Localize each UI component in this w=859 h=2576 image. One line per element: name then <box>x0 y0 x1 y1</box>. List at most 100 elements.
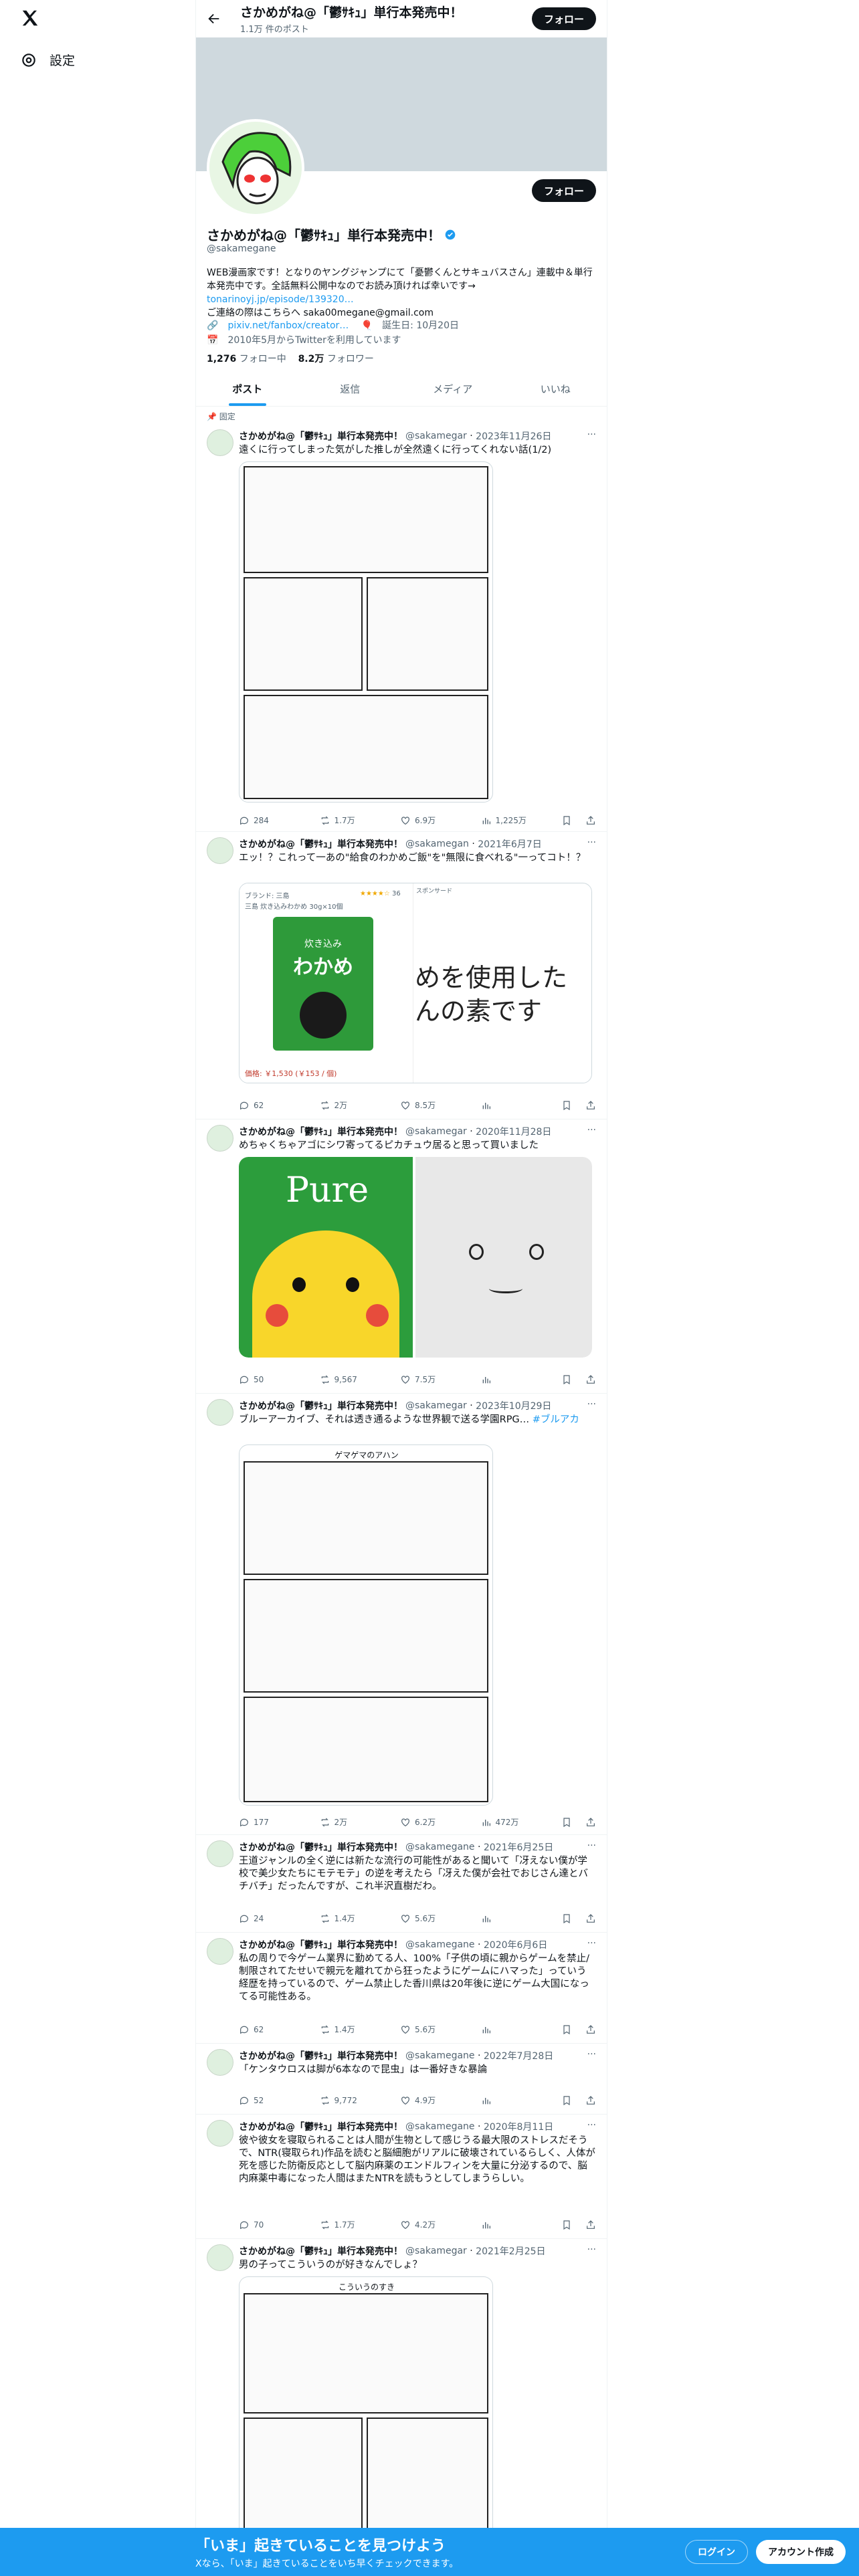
tab-likes[interactable]: いいね <box>504 372 607 406</box>
retweet-button[interactable]: 1.7万 <box>320 2219 401 2230</box>
like-button[interactable]: 6.2万 <box>400 1816 481 1828</box>
views-button[interactable]: 472万 <box>481 1816 562 1828</box>
views-button[interactable] <box>481 1913 562 1924</box>
tweet[interactable]: さかめがね@「鬱ｻｷｭ」単行本発売中！ @sakamegane · 2020年8月… <box>196 2115 607 2239</box>
bookmark-icon[interactable] <box>561 2095 572 2106</box>
reply-button[interactable]: 62 <box>239 2024 320 2035</box>
like-button[interactable]: 4.2万 <box>400 2219 481 2230</box>
share-icon[interactable] <box>585 1374 596 1385</box>
more-icon[interactable]: ··· <box>587 2049 596 2060</box>
more-icon[interactable]: ··· <box>587 1840 596 1851</box>
share-icon[interactable] <box>585 1913 596 1924</box>
tweet-date[interactable]: 2021年6月7日 <box>478 837 541 851</box>
bookmark-icon[interactable] <box>561 1817 572 1828</box>
tweet-avatar[interactable] <box>207 429 233 456</box>
more-icon[interactable]: ··· <box>587 1125 596 1136</box>
tweet[interactable]: さかめがね@「鬱ｻｷｭ」単行本発売中！ @sakamegar · 2021年2月2… <box>196 2239 607 2576</box>
x-logo-icon[interactable] <box>20 8 40 28</box>
share-icon[interactable] <box>585 1817 596 1828</box>
more-icon[interactable]: ··· <box>587 1938 596 1949</box>
tweet-date[interactable]: 2020年6月6日 <box>484 1938 547 1951</box>
share-icon[interactable] <box>585 1100 596 1111</box>
reply-button[interactable]: 62 <box>239 1100 320 1111</box>
login-button[interactable]: ログイン <box>685 2540 748 2564</box>
more-icon[interactable]: ··· <box>587 2244 596 2255</box>
tweet-date[interactable]: 2023年10月29日 <box>476 1399 551 1412</box>
hashtag-link[interactable]: #ブルアカ <box>533 1414 579 1425</box>
follow-button-top[interactable]: フォロー <box>531 7 596 30</box>
reply-button[interactable]: 177 <box>239 1817 320 1828</box>
signup-button[interactable]: アカウント作成 <box>756 2540 846 2564</box>
tweet-image[interactable]: ゲマゲマのアハン <box>239 1444 493 1806</box>
bookmark-icon[interactable] <box>561 815 572 826</box>
tweet-date[interactable]: 2021年2月25日 <box>476 2244 545 2258</box>
like-button[interactable]: 8.5万 <box>400 1099 481 1111</box>
tweet[interactable]: さかめがね@「鬱ｻｷｭ」単行本発売中！ @sakamegar · 2020年11月… <box>196 1119 607 1394</box>
tweet-author[interactable]: さかめがね@「鬱ｻｷｭ」単行本発売中！ <box>239 429 403 443</box>
retweet-button[interactable]: 2万 <box>320 1099 401 1111</box>
tweet-author[interactable]: さかめがね@「鬱ｻｷｭ」単行本発売中！ <box>239 2120 403 2133</box>
views-button[interactable] <box>481 2095 562 2106</box>
views-button[interactable] <box>481 1100 562 1111</box>
reply-button[interactable]: 52 <box>239 2095 320 2106</box>
tweet[interactable]: さかめがね@「鬱ｻｷｭ」単行本発売中！ @sakamegar · 2023年11月… <box>196 424 607 832</box>
views-button[interactable]: 1,225万 <box>481 815 562 826</box>
tweet-date[interactable]: 2020年8月11日 <box>484 2120 553 2133</box>
retweet-button[interactable]: 9,567 <box>320 1374 401 1385</box>
retweet-button[interactable]: 1.4万 <box>320 1913 401 1924</box>
bookmark-icon[interactable] <box>561 1100 572 1111</box>
tab-media[interactable]: メディア <box>401 372 504 406</box>
tweet[interactable]: さかめがね@「鬱ｻｷｭ」単行本発売中！ @sakamegane · 2020年6月… <box>196 1933 607 2044</box>
tweet-avatar[interactable] <box>207 1938 233 1965</box>
reply-button[interactable]: 24 <box>239 1913 320 1924</box>
views-button[interactable] <box>481 1374 562 1385</box>
reply-button[interactable]: 50 <box>239 1374 320 1385</box>
tweet-author[interactable]: さかめがね@「鬱ｻｷｭ」単行本発売中！ <box>239 1399 403 1412</box>
like-button[interactable]: 5.6万 <box>400 2024 481 2035</box>
follow-button[interactable]: フォロー <box>531 179 596 202</box>
tweet-author[interactable]: さかめがね@「鬱ｻｷｭ」単行本発売中！ <box>239 837 403 851</box>
bookmark-icon[interactable] <box>561 1913 572 1924</box>
retweet-button[interactable]: 1.7万 <box>320 815 401 826</box>
product-card[interactable]: ブランド: 三島 三島 炊き込みわかめ 30g×10個 ★★★★☆ 36 炊き込… <box>239 883 592 1083</box>
tweet-date[interactable]: 2022年7月28日 <box>484 2049 553 2062</box>
reply-button[interactable]: 284 <box>239 815 320 826</box>
tweet-author[interactable]: さかめがね@「鬱ｻｷｭ」単行本発売中！ <box>239 2049 403 2062</box>
tweet-date[interactable]: 2021年6月25日 <box>484 1840 553 1854</box>
bookmark-icon[interactable] <box>561 2024 572 2035</box>
tweet-avatar[interactable] <box>207 1399 233 1426</box>
bio-link[interactable]: tonarinoyj.jp/episode/139320… <box>207 294 354 305</box>
like-button[interactable]: 6.9万 <box>400 815 481 826</box>
views-button[interactable] <box>481 2220 562 2230</box>
tweet-image[interactable] <box>239 461 493 802</box>
more-icon[interactable]: ··· <box>587 837 596 848</box>
share-icon[interactable] <box>585 815 596 826</box>
more-icon[interactable]: ··· <box>587 1399 596 1410</box>
reply-button[interactable]: 70 <box>239 2220 320 2230</box>
share-icon[interactable] <box>585 2095 596 2106</box>
tweet-images[interactable]: Pure <box>239 1157 592 1358</box>
share-icon[interactable] <box>585 2024 596 2035</box>
followers-link[interactable]: 8.2万 フォロワー <box>298 354 374 364</box>
tweet-author[interactable]: さかめがね@「鬱ｻｷｭ」単行本発売中！ <box>239 1840 403 1854</box>
tweet[interactable]: さかめがね@「鬱ｻｷｭ」単行本発売中！ @sakamegane · 2022年7月… <box>196 2044 607 2115</box>
back-arrow-icon[interactable] <box>207 11 221 26</box>
like-button[interactable]: 5.6万 <box>400 1913 481 1924</box>
retweet-button[interactable]: 1.4万 <box>320 2024 401 2035</box>
tweet-author[interactable]: さかめがね@「鬱ｻｷｭ」単行本発売中！ <box>239 1125 403 1138</box>
tab-posts[interactable]: ポスト <box>196 372 299 406</box>
profile-website[interactable]: pixiv.net/fanbox/creator… <box>227 320 349 331</box>
tweet-date[interactable]: 2020年11月28日 <box>476 1125 551 1138</box>
bookmark-icon[interactable] <box>561 2220 572 2230</box>
tweet[interactable]: さかめがね@「鬱ｻｷｭ」単行本発売中！ @sakamegane · 2021年6月… <box>196 1835 607 1933</box>
views-button[interactable] <box>481 2024 562 2035</box>
tweet-avatar[interactable] <box>207 1125 233 1152</box>
retweet-button[interactable]: 9,772 <box>320 2095 401 2106</box>
share-icon[interactable] <box>585 2220 596 2230</box>
tweet-author[interactable]: さかめがね@「鬱ｻｷｭ」単行本発売中！ <box>239 2244 403 2258</box>
tab-replies[interactable]: 返信 <box>299 372 402 406</box>
like-button[interactable]: 4.9万 <box>400 2095 481 2106</box>
more-icon[interactable]: ··· <box>587 2120 596 2131</box>
tweet-avatar[interactable] <box>207 2120 233 2147</box>
tweet[interactable]: さかめがね@「鬱ｻｷｭ」単行本発売中！ @sakamegan · 2021年6月7… <box>196 832 607 1119</box>
